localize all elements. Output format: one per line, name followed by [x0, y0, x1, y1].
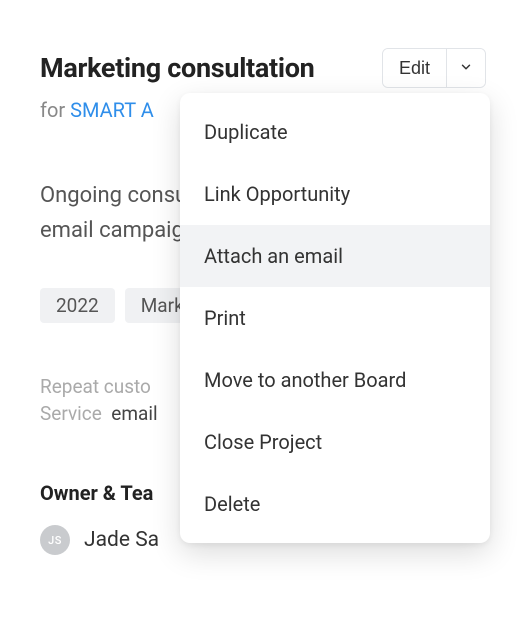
service-label: Service: [40, 402, 102, 425]
menu-item-duplicate[interactable]: Duplicate: [180, 101, 490, 163]
menu-item-print[interactable]: Print: [180, 287, 490, 349]
owner-name: Jade Sa: [84, 528, 159, 552]
company-link[interactable]: SMART A: [70, 98, 154, 122]
subline-for-label: for: [40, 98, 70, 122]
page-title: Marketing consultation: [40, 52, 315, 84]
menu-item-move-board[interactable]: Move to another Board: [180, 349, 490, 411]
avatar[interactable]: JS: [40, 525, 70, 555]
menu-item-attach-email[interactable]: Attach an email: [180, 225, 490, 287]
edit-button-group: Edit: [382, 48, 486, 88]
menu-item-close-project[interactable]: Close Project: [180, 411, 490, 473]
edit-menu-caret[interactable]: [446, 49, 485, 87]
actions-menu: Duplicate Link Opportunity Attach an ema…: [180, 93, 490, 543]
service-value: email: [111, 402, 157, 425]
menu-item-link-opportunity[interactable]: Link Opportunity: [180, 163, 490, 225]
chevron-down-icon: [459, 60, 473, 77]
menu-item-delete[interactable]: Delete: [180, 473, 490, 535]
edit-button[interactable]: Edit: [383, 49, 446, 87]
tag[interactable]: 2022: [40, 288, 115, 323]
